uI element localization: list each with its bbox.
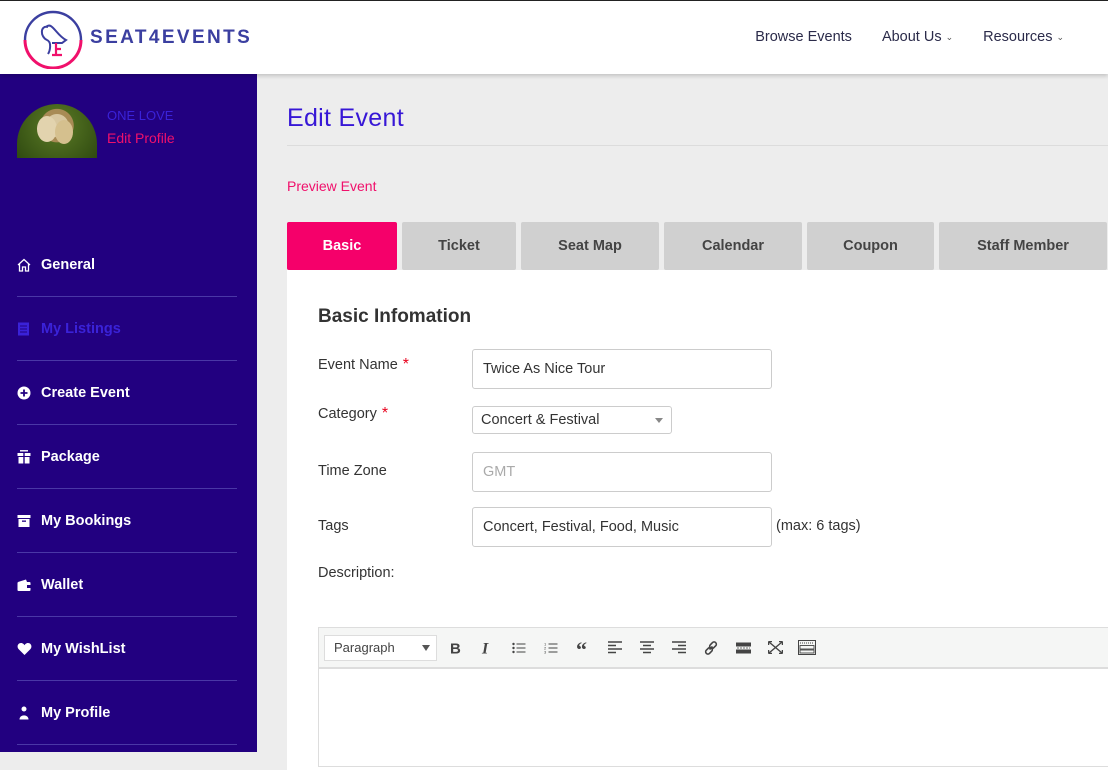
keyboard-icon[interactable] [791,635,823,661]
italic-icon[interactable]: I [471,635,503,661]
align-center-icon[interactable] [631,635,663,661]
description-label: Description: [318,565,395,581]
label-text: Event Name [318,357,398,373]
align-left-icon[interactable] [599,635,631,661]
nav-browse-events[interactable]: Browse Events [755,29,852,45]
nav-label: Resources [983,29,1053,45]
avatar-image-detail [55,120,73,144]
format-value: Paragraph [334,640,395,655]
chevron-down-icon: ⌄ [945,31,954,42]
category-select[interactable]: Concert & Festival [472,406,672,434]
sidebar-item-my-listings[interactable]: My Listings [17,297,237,361]
category-value: Concert & Festival [481,412,600,428]
time-zone-label: Time Zone [318,463,387,479]
tab-basic[interactable]: Basic [287,222,397,270]
tags-label: Tags [318,518,349,534]
tags-input[interactable]: Concert, Festival, Food, Music [472,507,772,547]
nav-resources[interactable]: Resources ⌄ [983,29,1064,45]
editor-content-area[interactable] [319,669,1108,766]
label-text: Category [318,406,377,422]
svg-text:3: 3 [544,649,547,654]
caret-down-icon [655,417,663,423]
sidebar-menu: General My Listings Create Event Package… [17,233,237,745]
avatar-image-detail [37,116,57,142]
horizontal-rule-icon[interactable] [727,635,759,661]
preview-event-link[interactable]: Preview Event [287,178,376,194]
required-marker: * [402,356,410,373]
section-title: Basic Infomation [318,306,472,327]
sidebar-item-wallet[interactable]: Wallet [17,553,237,617]
svg-text:“: “ [576,642,587,654]
divider [287,145,1108,146]
editor-toolbar: Paragraph B I 123 “ [319,628,1108,669]
avatar[interactable] [17,104,97,158]
wallet-icon [17,578,41,592]
svg-text:B: B [450,641,461,655]
heart-icon [17,642,41,656]
tab-seat-map[interactable]: Seat Map [521,222,659,270]
sidebar-item-my-bookings[interactable]: My Bookings [17,489,237,553]
required-marker: * [381,405,389,422]
tags-hint: (max: 6 tags) [776,518,861,534]
sidebar-item-general[interactable]: General [17,233,237,297]
align-right-icon[interactable] [663,635,695,661]
nav-about-us[interactable]: About Us ⌄ [882,29,953,45]
gift-icon [17,449,41,464]
tab-coupon[interactable]: Coupon [807,222,934,270]
sidebar-item-label: Package [41,448,100,465]
brand-logo[interactable]: SEAT4EVENTS [22,7,252,69]
sidebar-item-label: Wallet [41,576,84,593]
sidebar-item-label: My Bookings [41,512,132,529]
basic-info-panel: Basic Infomation Event Name * Twice As Ni… [287,270,1108,770]
sidebar-item-my-profile[interactable]: My Profile [17,681,237,745]
chevron-down-icon: ⌄ [1056,31,1064,42]
bold-icon[interactable]: B [439,635,471,661]
blockquote-icon[interactable]: “ [567,635,599,661]
seat-logo-icon [23,10,83,69]
tab-ticket[interactable]: Ticket [402,222,516,270]
sidebar-item-package[interactable]: Package [17,425,237,489]
archive-icon [17,514,41,528]
home-icon [17,258,41,272]
nav-label: Browse Events [755,29,852,45]
brand-name: SEAT4EVENTS [90,27,253,48]
list-icon [17,322,41,336]
bullet-list-icon[interactable] [503,635,535,661]
top-navbar: SEAT4EVENTS Browse Events About Us ⌄ Res… [0,0,1108,74]
description-editor: Paragraph B I 123 “ [318,627,1108,767]
edit-profile-link[interactable]: Edit Profile [107,130,175,146]
user-icon [17,706,41,720]
numbered-list-icon[interactable]: 123 [535,635,567,661]
sidebar: ONE LOVE Edit Profile General My Listing… [0,74,257,752]
format-select[interactable]: Paragraph [324,634,437,661]
page-title: Edit Event [287,104,404,132]
sidebar-item-label: General [41,256,95,273]
event-name-input[interactable]: Twice As Nice Tour [472,349,772,389]
sidebar-item-label: My WishList [41,640,126,657]
sidebar-item-label: Create Event [41,384,130,401]
plus-circle-icon [17,386,41,400]
event-name-label: Event Name * [318,356,409,374]
category-label: Category * [318,405,388,423]
sidebar-item-create-event[interactable]: Create Event [17,361,237,425]
tab-staff-member[interactable]: Staff Member [939,222,1107,270]
event-tabs: Basic Ticket Seat Map Calendar Coupon St… [287,222,1107,270]
tab-calendar[interactable]: Calendar [664,222,802,270]
sidebar-item-my-wishlist[interactable]: My WishList [17,617,237,681]
time-zone-input[interactable]: GMT [472,452,772,492]
nav-label: About Us [881,29,942,45]
link-icon[interactable] [695,635,727,661]
svg-text:I: I [481,641,489,655]
caret-down-icon [422,644,430,651]
sidebar-item-label: My Profile [41,704,111,721]
user-name: ONE LOVE [107,108,174,123]
main-nav: Browse Events About Us ⌄ Resources ⌄ [755,29,1064,45]
sidebar-item-label: My Listings [41,320,121,337]
fullscreen-icon[interactable] [759,635,791,661]
